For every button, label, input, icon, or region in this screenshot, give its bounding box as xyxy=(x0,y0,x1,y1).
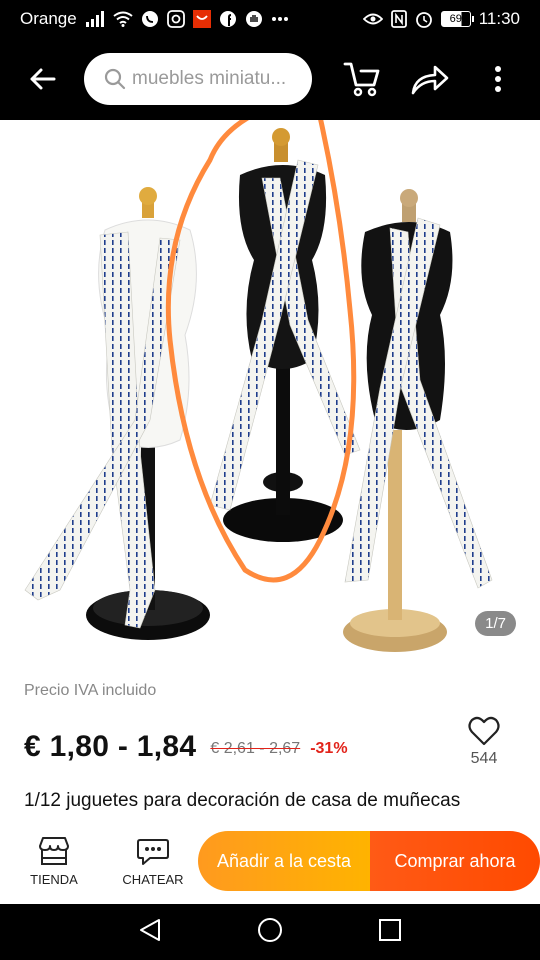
search-placeholder: muebles miniatu... xyxy=(132,68,287,89)
hand-icon xyxy=(245,10,263,28)
alarm-icon xyxy=(415,10,433,28)
share-icon xyxy=(411,65,449,95)
store-label: TIENDA xyxy=(30,871,78,887)
black-mannequin-center xyxy=(223,128,343,542)
status-left: Orange xyxy=(20,9,289,29)
carrier-name: Orange xyxy=(20,9,77,28)
eye-icon xyxy=(362,12,383,26)
more-vertical-icon xyxy=(495,66,501,92)
purchase-buttons: Añadir a la cesta Comprar ahora xyxy=(198,831,540,891)
chat-button[interactable]: CHATEAR xyxy=(108,836,198,887)
chat-label: CHATEAR xyxy=(122,871,184,887)
buy-now-button[interactable]: Comprar ahora xyxy=(370,831,540,891)
whatsapp-icon xyxy=(141,10,159,28)
status-right: 69 11:30 xyxy=(362,9,520,29)
store-icon xyxy=(39,836,69,865)
tax-note: Precio IVA incluido xyxy=(24,682,157,699)
cart-button[interactable] xyxy=(340,57,384,101)
product-detail-screen: Orange 69 11:30 muebles miniatu... 1/7 P… xyxy=(0,0,540,960)
cart-icon xyxy=(343,62,380,97)
status-bar: Orange 69 11:30 xyxy=(0,0,540,38)
product-photo xyxy=(24,120,493,652)
share-button[interactable] xyxy=(408,57,452,101)
nav-actions xyxy=(340,57,520,101)
wishlist-button[interactable]: 544 xyxy=(468,716,500,768)
wifi-icon xyxy=(113,11,133,27)
instagram-icon xyxy=(166,10,185,28)
triangle-back-icon xyxy=(139,918,160,941)
top-nav-bar: muebles miniatu... xyxy=(0,38,540,120)
chat-icon xyxy=(137,838,169,865)
image-counter: 1/7 xyxy=(475,611,516,636)
price-range: € 1,80 - 1,84 xyxy=(24,730,197,763)
store-button[interactable]: TIENDA xyxy=(0,836,108,887)
original-price: € 2,61 - 2,67 xyxy=(210,740,301,757)
bottom-action-bar: TIENDA CHATEAR Añadir a la cesta Comprar… xyxy=(0,818,540,904)
product-info: Precio IVA incluido € 1,80 - 1,84 € 2,61… xyxy=(0,660,540,812)
system-back-button[interactable] xyxy=(137,917,163,948)
search-input[interactable]: muebles miniatu... xyxy=(84,53,312,105)
back-button[interactable] xyxy=(0,38,84,120)
price-row: € 1,80 - 1,84 € 2,61 - 2,67 -31% 544 xyxy=(24,716,516,767)
product-title: 1/12 juguetes para decoración de casa de… xyxy=(24,790,461,811)
system-nav-bar xyxy=(0,904,540,960)
wishlist-count: 544 xyxy=(470,750,498,767)
circle-home-icon xyxy=(257,917,282,942)
system-recents-button[interactable] xyxy=(377,917,403,948)
clock-time: 11:30 xyxy=(478,9,520,28)
aliexpress-icon xyxy=(192,10,211,28)
facebook-icon xyxy=(219,10,237,28)
discount-badge: -31% xyxy=(310,740,348,757)
battery-icon: 69 xyxy=(440,11,474,27)
product-image-gallery[interactable]: 1/7 xyxy=(0,120,540,660)
add-to-cart-button[interactable]: Añadir a la cesta xyxy=(198,831,370,891)
nfc-icon xyxy=(390,10,407,28)
signal-icon xyxy=(85,11,105,27)
more-options-button[interactable] xyxy=(476,57,520,101)
square-recents-icon xyxy=(379,918,402,941)
back-arrow-icon xyxy=(30,68,56,90)
heart-icon xyxy=(468,716,500,746)
more-notifications-icon xyxy=(271,16,289,22)
search-icon xyxy=(104,68,126,90)
system-home-button[interactable] xyxy=(256,916,284,949)
